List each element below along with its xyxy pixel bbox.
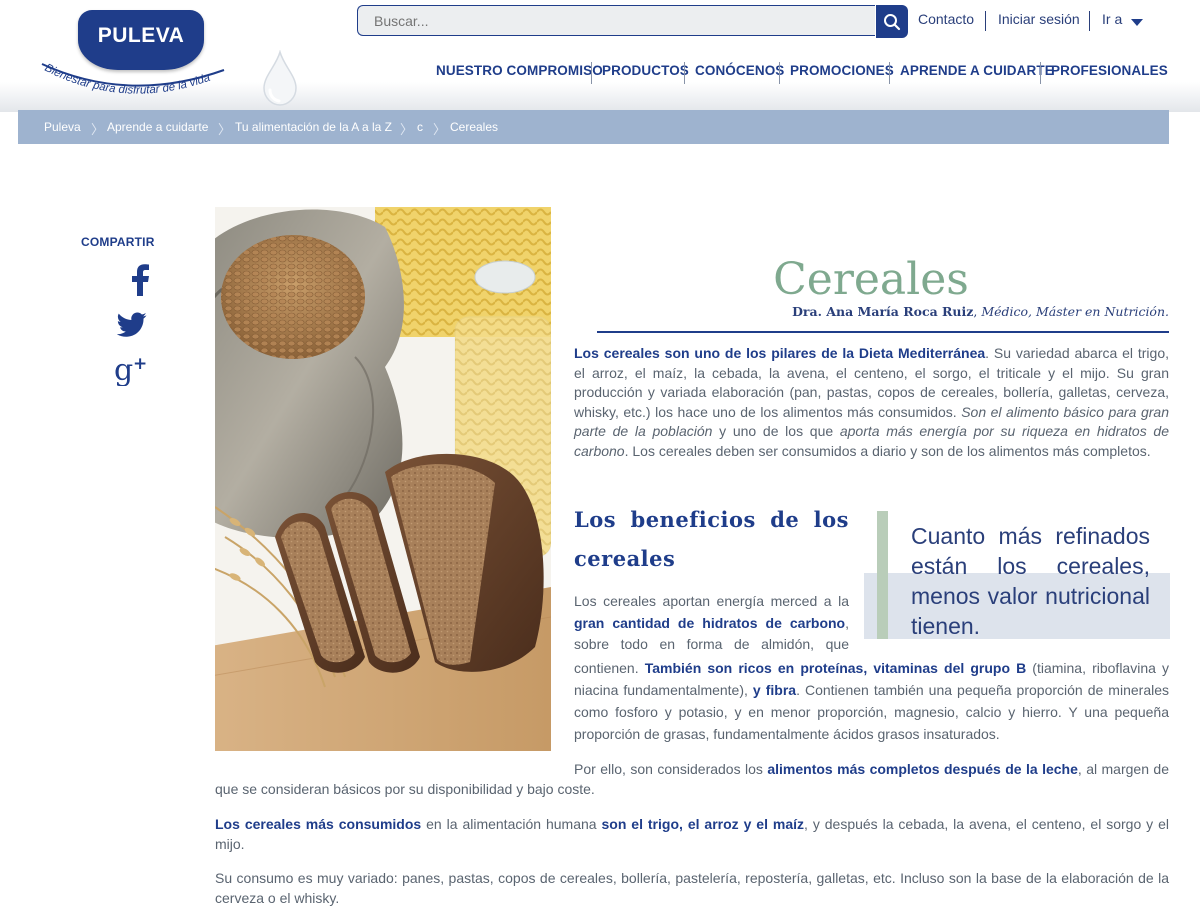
breadcrumb-item[interactable]: Aprende a cuidarte xyxy=(107,120,208,134)
page-title: Cereales xyxy=(773,254,969,306)
emphasis-text: Los cereales más consumidos xyxy=(215,816,422,832)
benefits-paragraph-part2: contienen. También son ricos en proteína… xyxy=(574,657,1169,745)
google-plus-icon[interactable]: g + xyxy=(114,352,148,386)
author-credentials: Médico, Máster en Nutrición. xyxy=(981,304,1169,319)
breadcrumb-separator-icon: 〉 xyxy=(400,122,414,137)
logo-tagline-text: Bienestar para disfrutar de la vida xyxy=(43,62,212,97)
divider xyxy=(985,11,986,31)
contact-link[interactable]: Contacto xyxy=(918,11,974,27)
emphasis-text: son el trigo, el arroz y el maíz xyxy=(601,816,805,832)
body-text: en la alimentación humana xyxy=(421,816,602,832)
site-header: PULEVA Bienestar para disfrutar de la vi… xyxy=(0,0,1200,112)
body-text: . Los cereales deben ser consumidos a di… xyxy=(624,442,1151,459)
login-link[interactable]: Iniciar sesión xyxy=(998,11,1080,27)
breadcrumb-separator-icon: 〉 xyxy=(91,122,105,137)
search-icon xyxy=(884,13,901,30)
body-text: Por ello, son considerados los xyxy=(574,761,768,777)
body-text: contienen. xyxy=(574,660,645,676)
facebook-icon[interactable] xyxy=(130,264,150,296)
breadcrumb-current: Cereales xyxy=(450,120,499,134)
logo-badge: PULEVA xyxy=(78,10,204,70)
nav-item-promociones[interactable]: PROMOCIONES xyxy=(790,63,894,78)
logo[interactable]: PULEVA Bienestar para disfrutar de la vi… xyxy=(28,6,297,106)
milk-paragraph: Por ello, son considerados los alimentos… xyxy=(215,760,1169,799)
divider xyxy=(1040,62,1041,84)
quote-bar xyxy=(877,511,888,639)
consumed-paragraph: Los cereales más consumidos en la alimen… xyxy=(215,815,1169,854)
chevron-down-icon[interactable] xyxy=(1131,19,1143,26)
emphasis-text: y fibra xyxy=(752,682,797,698)
breadcrumb-item[interactable]: Puleva xyxy=(44,120,81,134)
divider xyxy=(591,62,592,84)
divider xyxy=(1089,11,1090,31)
nav-item-aprende[interactable]: APRENDE A CUIDARTE xyxy=(900,63,1054,78)
emphasis-text: Los cereales son uno de los pilares de l… xyxy=(574,345,986,361)
svg-text:+: + xyxy=(133,354,147,374)
nav-item-productos[interactable]: PRODUCTOS xyxy=(602,63,689,78)
divider xyxy=(889,62,890,84)
emphasis-text: gran cantidad de hidratos de carbono xyxy=(574,614,846,631)
body-text: Su consumo es muy variado: panes, pastas… xyxy=(215,870,1169,906)
body-text: y uno de los que xyxy=(712,423,840,440)
svg-text:Bienestar para disfrutar de la: Bienestar para disfrutar de la vida xyxy=(43,62,212,97)
breadcrumb-item[interactable]: c xyxy=(417,120,423,134)
breadcrumb-separator-icon: 〉 xyxy=(433,122,447,137)
author-byline: Dra. Ana María Roca Ruiz, Médico, Máster… xyxy=(597,304,1169,319)
body-text: Los cereales aportan energía merced a la xyxy=(574,593,849,609)
search-button[interactable] xyxy=(876,5,908,38)
nav-item-profesionales[interactable]: PROFESIONALES xyxy=(1051,63,1168,78)
divider xyxy=(779,62,780,84)
breadcrumb-separator-icon: 〉 xyxy=(218,122,232,137)
section-title: Los beneficios de los cereales xyxy=(574,507,849,571)
emphasis-text: También son ricos en proteínas, vitamina… xyxy=(644,660,1027,676)
nav-item-compromiso[interactable]: NUESTRO COMPROMISO xyxy=(436,63,603,78)
divider xyxy=(597,331,1169,333)
twitter-icon[interactable] xyxy=(117,312,147,338)
author-name[interactable]: Dra. Ana María Roca Ruiz xyxy=(792,304,973,319)
cereals-bread-image xyxy=(215,207,551,751)
svg-text:g: g xyxy=(114,353,133,386)
uses-paragraph: Su consumo es muy variado: panes, pastas… xyxy=(215,869,1169,908)
share-label: COMPARTIR xyxy=(81,235,155,249)
goto-menu[interactable]: Ir a xyxy=(1102,11,1122,27)
benefits-paragraph-part1: Los cereales aportan energía merced a la… xyxy=(574,591,849,656)
intro-paragraph: Los cereales son uno de los pilares de l… xyxy=(574,344,1169,462)
breadcrumb-item[interactable]: Tu alimentación de la A a la Z xyxy=(235,120,392,134)
pull-quote: Cuanto más refinados están los cereales,… xyxy=(911,523,1150,639)
logo-text: PULEVA xyxy=(97,24,185,47)
divider xyxy=(684,62,685,84)
nav-item-conocenos[interactable]: CONÓCENOS xyxy=(695,63,784,78)
logo-tagline: Bienestar para disfrutar de la vida xyxy=(41,62,225,97)
emphasis-text: alimentos más completos después de la le… xyxy=(767,761,1078,777)
search-input[interactable] xyxy=(357,5,875,36)
breadcrumb: Puleva 〉 Aprende a cuidarte 〉 Tu aliment… xyxy=(18,110,1169,144)
milk-drop-icon xyxy=(263,50,297,106)
